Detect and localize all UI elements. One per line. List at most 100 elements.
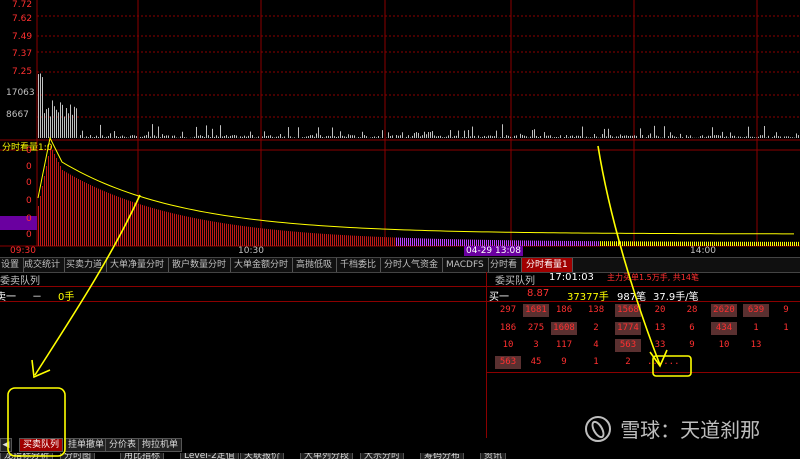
sell-queue-title: 委卖队列 xyxy=(0,276,40,287)
volume-bar xyxy=(372,137,373,138)
indicator-bar xyxy=(264,228,265,246)
indicator-bar xyxy=(110,193,111,246)
indicator-bar xyxy=(112,194,113,246)
indicator-bar xyxy=(780,241,781,246)
queue-cell: 2 xyxy=(625,357,631,367)
volume-bar xyxy=(760,135,761,138)
tab-fenshikan[interactable]: 分时看 xyxy=(486,258,523,272)
price-label: 7.49 xyxy=(12,32,33,42)
bottom-row2-tab[interactable]: 大单列分段 xyxy=(300,453,354,459)
indicator-bar xyxy=(144,205,145,246)
tab-thousand-ratio[interactable]: 千档委比 xyxy=(336,258,382,272)
volume-bar xyxy=(398,135,399,138)
volume-bar xyxy=(312,135,313,138)
volume-bar xyxy=(480,137,481,138)
indicator-bar xyxy=(722,241,723,246)
volume-bar xyxy=(462,137,463,138)
queue-cell: 13 xyxy=(654,323,666,333)
volume-bar xyxy=(548,135,549,138)
indicator-bar xyxy=(222,223,223,246)
tab-high-low[interactable]: 高抛低吸 xyxy=(292,258,338,272)
volume-bar xyxy=(606,136,607,138)
tab-buy-sell-queue[interactable]: 买卖队列 xyxy=(19,438,64,452)
tab-price-table[interactable]: 分价表 xyxy=(105,438,141,452)
tab-big-order-amount[interactable]: 大单金额分时 xyxy=(230,258,294,272)
indicator-bar xyxy=(414,238,415,246)
indicator-bar xyxy=(90,184,91,246)
bottom-row2-tab[interactable]: 分时图 xyxy=(60,453,96,459)
tab-retail-count[interactable]: 散户数量分时 xyxy=(168,258,232,272)
indicator-bar xyxy=(244,226,245,246)
volume-bar xyxy=(758,136,759,138)
indicator-bar xyxy=(298,231,299,246)
indicator-bar xyxy=(600,241,601,246)
indicator-bar xyxy=(312,233,313,246)
indicator-bar xyxy=(750,241,751,246)
volume-bar xyxy=(44,113,45,138)
indicator-bar xyxy=(528,240,529,246)
volume-bar xyxy=(456,135,457,138)
tab-tractor-order[interactable]: 拘拉机单 xyxy=(138,438,183,452)
tab-macdfs[interactable]: MACDFS xyxy=(442,258,489,272)
volume-bar xyxy=(646,137,647,138)
volume-bar xyxy=(718,135,719,138)
volume-bar xyxy=(642,135,643,138)
volume-bar xyxy=(486,136,487,138)
indicator-bar xyxy=(50,146,51,246)
volume-bar xyxy=(776,132,777,138)
bottom-row2-tab[interactable]: 筹码分布 xyxy=(420,453,465,459)
tab-popularity-fund[interactable]: 分时人气资金 xyxy=(380,258,444,272)
indicator-bar xyxy=(206,220,207,246)
indicator-bar xyxy=(352,235,353,246)
volume-bar xyxy=(730,132,731,138)
tab-big-order-net[interactable]: 大单净量分时 xyxy=(106,258,170,272)
indicator-bar xyxy=(564,240,565,246)
indicator-bar xyxy=(758,241,759,246)
volume-bar xyxy=(88,137,89,138)
bottom-row2-tab[interactable]: 关联报价 xyxy=(240,453,285,459)
volume-bar xyxy=(320,135,321,138)
volume-bar xyxy=(752,136,753,138)
volume-bar xyxy=(500,137,501,138)
indicator-bar xyxy=(540,240,541,246)
volume-bar xyxy=(306,136,307,138)
indicator-bar xyxy=(632,241,633,246)
volume-bar xyxy=(710,135,711,138)
indicator-bar xyxy=(588,241,589,246)
bottom-row2-tab[interactable]: 龙指标分析 xyxy=(0,453,54,459)
volume-bar xyxy=(536,135,537,138)
bottom-row2-tab[interactable]: Level-2定值 xyxy=(180,453,239,459)
indicator-bar xyxy=(258,227,259,246)
indicator-bar xyxy=(736,241,737,246)
main-chart xyxy=(0,0,800,247)
volume-bar xyxy=(502,124,503,138)
indicator-bar xyxy=(586,241,587,246)
tab-fenshikanliang[interactable]: 分时看量1 xyxy=(522,258,573,272)
indicator-bar xyxy=(92,185,93,246)
volume-bar xyxy=(42,77,43,138)
volume-bar xyxy=(602,134,603,138)
indicator-bar xyxy=(322,233,323,246)
indicator-bar xyxy=(384,237,385,246)
indicator-bar xyxy=(272,229,273,246)
indicator-bar xyxy=(208,220,209,246)
indicator-bar xyxy=(192,217,193,246)
tab-buy-sell-force[interactable]: 买卖力道 xyxy=(62,258,108,272)
indicator-bar xyxy=(582,241,583,246)
indicator-bar xyxy=(52,150,53,246)
tab-order-cancel[interactable]: 挂单撤单 xyxy=(64,438,109,452)
indicator-bar xyxy=(316,233,317,246)
indicator-bar xyxy=(766,241,767,246)
bottom-row2-tab[interactable]: 用比指标 xyxy=(120,453,165,459)
indicator-bar xyxy=(332,234,333,246)
bottom-row2-tab[interactable]: 大宗分时 xyxy=(360,453,405,459)
tab-trade-stats[interactable]: 成交统计 xyxy=(20,258,66,272)
icon-tab-left[interactable]: ◀ xyxy=(0,438,12,452)
volume-bar xyxy=(70,104,71,138)
bottom-row2-tab[interactable]: 资讯 xyxy=(480,453,507,459)
sell-queue-panel: 委卖队列 卖一 － 0手 xyxy=(0,272,487,438)
volume-bar xyxy=(448,135,449,138)
volume-bar xyxy=(474,135,475,138)
indicator-bar xyxy=(730,241,731,246)
indicator-bar xyxy=(610,241,611,246)
